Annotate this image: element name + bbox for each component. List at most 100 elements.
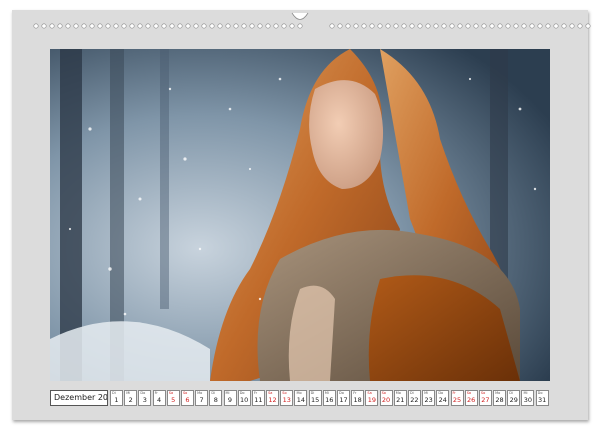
day-of-week: Sa bbox=[367, 391, 372, 395]
day-cell: Fr 11 bbox=[251, 390, 265, 406]
day-number: 23 bbox=[424, 396, 433, 404]
binding-ring bbox=[273, 23, 279, 29]
day-of-week: So bbox=[282, 391, 287, 395]
binding-ring bbox=[497, 23, 503, 29]
binding-ring bbox=[97, 23, 103, 29]
binding-ring bbox=[145, 23, 151, 29]
day-of-week: Mo bbox=[395, 391, 401, 395]
binding-ring bbox=[417, 23, 423, 29]
day-number: 25 bbox=[452, 396, 462, 404]
binding-ring bbox=[345, 23, 351, 29]
day-number: 31 bbox=[537, 396, 547, 404]
binding-ring bbox=[41, 23, 47, 29]
day-of-week: Sa bbox=[466, 391, 472, 395]
day-cell: Fr 25 bbox=[450, 390, 464, 406]
day-cell: Sa 12 bbox=[266, 390, 280, 406]
day-number: 19 bbox=[367, 396, 377, 404]
day-of-week: Mi bbox=[324, 391, 329, 395]
binding-ring bbox=[33, 23, 39, 29]
day-cell: Sa 5 bbox=[166, 390, 180, 406]
day-of-week: Do bbox=[239, 391, 245, 395]
binding-ring bbox=[57, 23, 63, 29]
binding-ring bbox=[369, 23, 375, 29]
day-number: 21 bbox=[396, 396, 405, 404]
binding-ring bbox=[241, 23, 247, 29]
day-of-week: Di bbox=[409, 391, 414, 395]
binding-ring bbox=[49, 23, 55, 29]
day-of-week: Do bbox=[140, 391, 146, 395]
day-of-week: Fr bbox=[253, 391, 258, 395]
day-of-week: Di bbox=[112, 391, 116, 395]
binding-ring bbox=[217, 23, 223, 29]
day-cell: Sa 26 bbox=[464, 390, 478, 406]
day-number: 4 bbox=[156, 396, 162, 404]
day-of-week: Di bbox=[211, 391, 215, 395]
day-number: 15 bbox=[310, 396, 320, 404]
binding-ring bbox=[105, 23, 111, 29]
day-cell: Di 15 bbox=[308, 390, 322, 406]
day-number: 5 bbox=[171, 396, 176, 404]
binding-ring bbox=[89, 23, 95, 29]
binding-ring bbox=[513, 23, 519, 29]
day-cell: Di 1 bbox=[110, 390, 123, 406]
binding-ring bbox=[257, 23, 263, 29]
day-of-week: So bbox=[381, 391, 386, 395]
binding-ring bbox=[473, 23, 479, 29]
binding-ring bbox=[201, 23, 207, 29]
day-cell: Do 17 bbox=[337, 390, 350, 406]
day-number: 2 bbox=[128, 396, 133, 404]
day-cell: Mo 21 bbox=[393, 390, 407, 406]
day-number: 18 bbox=[353, 396, 362, 404]
binding-ring bbox=[177, 23, 183, 29]
binding-ring bbox=[129, 23, 135, 29]
day-of-week: Fr bbox=[154, 391, 158, 395]
day-cell: Mo 7 bbox=[195, 390, 209, 406]
day-cell: Fr 4 bbox=[152, 390, 166, 406]
day-number: 8 bbox=[213, 396, 218, 404]
day-number: 3 bbox=[142, 396, 147, 404]
binding-ring bbox=[161, 23, 167, 29]
binding-ring bbox=[569, 23, 575, 29]
day-number: 20 bbox=[381, 396, 391, 404]
day-of-week: Di bbox=[310, 391, 315, 395]
binding-ring bbox=[441, 23, 447, 29]
day-cell: Mi 2 bbox=[124, 390, 138, 406]
day-cell: Mi 30 bbox=[521, 390, 535, 406]
binding-ring bbox=[297, 23, 303, 29]
day-number: 12 bbox=[268, 396, 277, 404]
day-number: 22 bbox=[410, 396, 419, 404]
hanger-hook bbox=[291, 12, 309, 20]
day-cell: Do 3 bbox=[138, 390, 152, 406]
binding-ring bbox=[489, 23, 495, 29]
binding-ring bbox=[65, 23, 71, 29]
binding-ring bbox=[193, 23, 199, 29]
day-cell: Mo 14 bbox=[294, 390, 308, 406]
day-of-week: Sa bbox=[168, 391, 174, 395]
binding-ring bbox=[281, 23, 287, 29]
binding-ring bbox=[353, 23, 359, 29]
day-cell: So 20 bbox=[379, 390, 393, 406]
month-calendar-bar: Dezember 2026 Di1Mi2Do3Fr4Sa5So6Mo7Di8Mi… bbox=[50, 390, 550, 407]
day-of-week: Fr bbox=[452, 391, 456, 395]
day-of-week: Do bbox=[438, 391, 444, 395]
day-of-week: Mi bbox=[424, 391, 429, 395]
binding-ring bbox=[553, 23, 559, 29]
day-cell: Do 24 bbox=[436, 390, 450, 406]
binding-ring bbox=[409, 23, 415, 29]
binding-ring bbox=[377, 23, 383, 29]
day-number: 1 bbox=[114, 396, 119, 404]
day-cell: Do 10 bbox=[237, 390, 251, 406]
binding-ring bbox=[169, 23, 175, 29]
day-cell: Di 29 bbox=[507, 390, 521, 406]
day-of-week: Mi bbox=[126, 391, 131, 395]
day-of-week: Do bbox=[537, 391, 543, 395]
day-cell: So 6 bbox=[180, 390, 194, 406]
day-cell: So 27 bbox=[478, 390, 492, 406]
binding-ring bbox=[393, 23, 399, 29]
day-of-week: Mi bbox=[523, 391, 528, 395]
binding-ring bbox=[73, 23, 79, 29]
day-cell: Do 31 bbox=[535, 390, 549, 406]
binding-ring bbox=[425, 23, 431, 29]
binding-ring bbox=[265, 23, 271, 29]
binding-ring bbox=[121, 23, 127, 29]
